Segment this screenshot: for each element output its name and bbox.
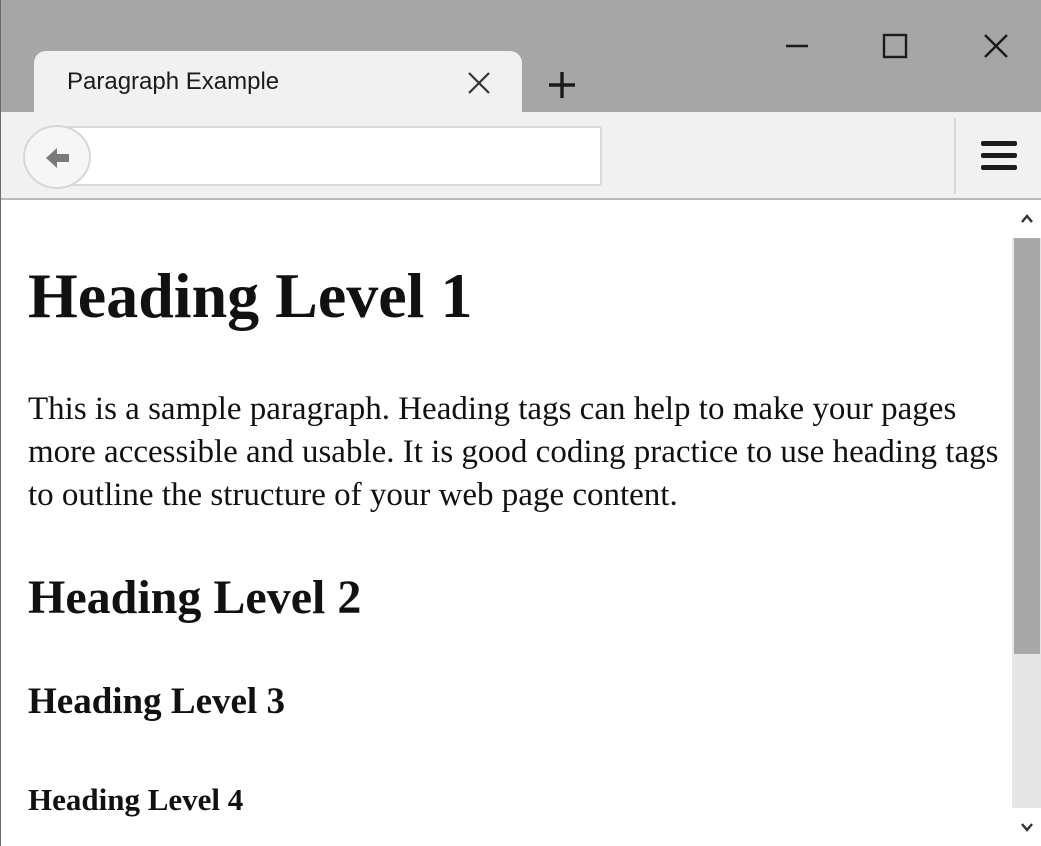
heading-level-1: Heading Level 1: [28, 260, 473, 331]
navigation-toolbar: [1, 112, 1041, 200]
back-button[interactable]: [23, 125, 91, 189]
chevron-up-icon: [1021, 214, 1033, 223]
toolbar-divider: [954, 118, 956, 194]
minimize-icon[interactable]: [777, 26, 817, 66]
active-tab[interactable]: Paragraph Example: [34, 51, 522, 112]
chevron-down-icon: [1021, 823, 1033, 832]
address-bar-input[interactable]: [55, 126, 602, 186]
new-tab-plus-icon[interactable]: [545, 68, 579, 102]
tab-title: Paragraph Example: [67, 68, 280, 95]
heading-level-2: Heading Level 2: [28, 571, 362, 624]
sample-paragraph: This is a sample paragraph. Heading tags…: [28, 391, 999, 513]
scrollbar-thumb[interactable]: [1014, 238, 1040, 654]
tab-close-icon[interactable]: [465, 69, 493, 97]
heading-level-4: Heading Level 4: [28, 782, 244, 817]
heading-level-3: Heading Level 3: [28, 681, 285, 722]
title-bar: Paragraph Example: [1, 0, 1041, 112]
hamburger-menu-icon[interactable]: [977, 136, 1021, 176]
scroll-down-button[interactable]: [1012, 808, 1041, 846]
back-arrow-icon: [46, 148, 69, 168]
browser-window: Paragraph Example Heading Level 1 This i…: [0, 0, 1041, 846]
page-content: Heading Level 1 This is a sample paragra…: [2, 200, 1012, 846]
window-close-icon[interactable]: [976, 26, 1016, 66]
vertical-scrollbar[interactable]: [1012, 200, 1041, 846]
scroll-up-button[interactable]: [1012, 200, 1041, 238]
maximize-icon[interactable]: [875, 26, 915, 66]
